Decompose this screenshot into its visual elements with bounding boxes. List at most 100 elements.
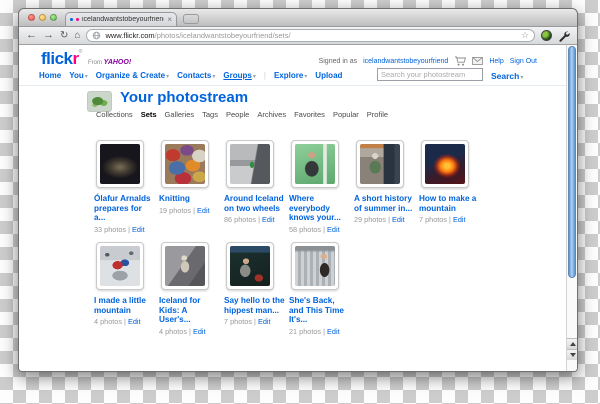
from-yahoo-label: From YAHOO! bbox=[88, 59, 131, 66]
set-title-link[interactable]: Ólafur Arnalds prepares for a... bbox=[94, 194, 155, 223]
minimize-window-button[interactable] bbox=[39, 14, 46, 21]
set-title-link[interactable]: I made a little mountain bbox=[94, 296, 155, 315]
set-title-link[interactable]: How to make a mountain bbox=[419, 194, 480, 213]
tab-popular[interactable]: Popular bbox=[333, 110, 359, 119]
address-bar[interactable]: www.flickr.com/photos/icelandwantstobeyo… bbox=[86, 29, 535, 42]
help-link[interactable]: Help bbox=[489, 58, 503, 65]
nav-explore[interactable]: Explore▾ bbox=[274, 71, 307, 80]
browser-tab[interactable]: icelandwantstobeyourfriend's × bbox=[65, 12, 177, 26]
search-input[interactable] bbox=[377, 68, 483, 81]
set-thumbnail[interactable] bbox=[226, 242, 274, 290]
nav-home[interactable]: Home bbox=[39, 71, 61, 80]
nav-contacts[interactable]: Contacts▾ bbox=[177, 71, 215, 80]
nav-organize-link[interactable]: Organize & Create bbox=[96, 71, 165, 80]
nav-you[interactable]: You▾ bbox=[69, 71, 88, 80]
set-thumbnail[interactable] bbox=[96, 140, 144, 188]
flickr-logo[interactable]: flickr® bbox=[41, 49, 82, 69]
set-thumbnail-image bbox=[295, 144, 335, 184]
tab-galleries[interactable]: Galleries bbox=[165, 110, 195, 119]
forward-icon[interactable]: → bbox=[43, 30, 54, 41]
set-title-link[interactable]: Knitting bbox=[159, 194, 220, 204]
tab-people[interactable]: People bbox=[226, 110, 249, 119]
set-photo-count: 4 photos bbox=[94, 317, 122, 327]
yahoo-logo: YAHOO! bbox=[103, 59, 132, 66]
set-thumbnail[interactable] bbox=[96, 242, 144, 290]
username-link[interactable]: icelandwantstobeyourfriend bbox=[363, 58, 448, 65]
photo-set: She's Back, and This Time It's... 21 pho… bbox=[289, 242, 350, 336]
set-edit-link[interactable]: Edit bbox=[132, 225, 145, 234]
set-thumbnail-image bbox=[295, 246, 335, 286]
browser-titlebar: icelandwantstobeyourfriend's × bbox=[19, 9, 577, 27]
tab-close-icon[interactable]: × bbox=[167, 15, 172, 24]
reload-icon[interactable]: ↻ bbox=[60, 30, 68, 41]
triangle-up-icon bbox=[569, 342, 576, 346]
extension-icon[interactable] bbox=[541, 30, 552, 41]
set-title-link[interactable]: Where everybody knows your... bbox=[289, 194, 350, 223]
zoom-window-button[interactable] bbox=[50, 14, 57, 21]
scroll-up-button[interactable] bbox=[567, 338, 577, 349]
search-button-label: Search bbox=[491, 71, 520, 81]
chevron-down-icon: ▾ bbox=[304, 74, 308, 80]
set-thumbnail[interactable] bbox=[226, 140, 274, 188]
tab-profile[interactable]: Profile bbox=[367, 110, 388, 119]
transparency-checkerboard-background: icelandwantstobeyourfriend's × ← → ↻ ⌂ w… bbox=[0, 0, 600, 404]
set-edit-link[interactable]: Edit bbox=[258, 317, 271, 326]
nav-explore-link[interactable]: Explore bbox=[274, 71, 303, 80]
set-title-link[interactable]: Say hello to the hippest man... bbox=[224, 296, 285, 315]
set-thumbnail-image bbox=[100, 144, 140, 184]
tab-archives[interactable]: Archives bbox=[257, 110, 286, 119]
nav-groups-link[interactable]: Groups bbox=[223, 71, 251, 80]
set-edit-link[interactable]: Edit bbox=[197, 206, 210, 215]
back-icon[interactable]: ← bbox=[26, 30, 37, 41]
set-thumbnail[interactable] bbox=[161, 242, 209, 290]
set-thumbnail[interactable] bbox=[291, 140, 339, 188]
set-title-link[interactable]: Around Iceland on two wheels bbox=[224, 194, 285, 213]
tab-tags[interactable]: Tags bbox=[202, 110, 218, 119]
set-thumbnail[interactable] bbox=[291, 242, 339, 290]
tab-collections[interactable]: Collections bbox=[96, 110, 133, 119]
nav-groups[interactable]: Groups▾ bbox=[223, 71, 255, 80]
nav-divider: | bbox=[263, 71, 266, 80]
meta-divider: | bbox=[323, 224, 325, 234]
home-icon[interactable]: ⌂ bbox=[74, 30, 80, 41]
set-title-link[interactable]: Iceland for Kids: A User's... bbox=[159, 296, 220, 325]
set-photo-count: 86 photos bbox=[224, 215, 257, 225]
nav-organize[interactable]: Organize & Create▾ bbox=[96, 71, 169, 80]
new-tab-button[interactable] bbox=[183, 14, 199, 24]
set-edit-link[interactable]: Edit bbox=[262, 215, 275, 224]
photo-set: Iceland for Kids: A User's... 4 photos |… bbox=[159, 242, 220, 336]
buddy-icon[interactable] bbox=[87, 91, 112, 112]
photo-set: A short history of summer in... 29 photo… bbox=[354, 140, 415, 224]
vertical-scrollbar[interactable] bbox=[566, 45, 577, 371]
set-edit-link[interactable]: Edit bbox=[128, 317, 141, 326]
scroll-down-button[interactable] bbox=[567, 349, 577, 360]
header-separator bbox=[19, 85, 566, 86]
photo-set: Around Iceland on two wheels 86 photos |… bbox=[224, 140, 285, 224]
set-edit-link[interactable]: Edit bbox=[453, 215, 466, 224]
tab-title: icelandwantstobeyourfriend's bbox=[82, 16, 165, 23]
sign-out-link[interactable]: Sign Out bbox=[510, 58, 537, 65]
close-window-button[interactable] bbox=[28, 14, 35, 21]
set-edit-link[interactable]: Edit bbox=[327, 327, 340, 336]
set-title-link[interactable]: She's Back, and This Time It's... bbox=[289, 296, 350, 325]
search-button[interactable]: Search▾ bbox=[491, 71, 523, 81]
nav-contacts-link[interactable]: Contacts bbox=[177, 71, 211, 80]
bookmark-star-icon[interactable]: ☆ bbox=[521, 31, 529, 40]
chevron-down-icon: ▾ bbox=[252, 74, 256, 80]
tab-sets[interactable]: Sets bbox=[141, 110, 157, 119]
wrench-menu-icon[interactable] bbox=[558, 30, 570, 42]
set-edit-link[interactable]: Edit bbox=[193, 327, 206, 336]
set-title-link[interactable]: A short history of summer in... bbox=[354, 194, 415, 213]
scrollbar-thumb[interactable] bbox=[568, 46, 576, 278]
set-thumbnail[interactable] bbox=[161, 140, 209, 188]
set-edit-link[interactable]: Edit bbox=[392, 215, 405, 224]
nav-you-link[interactable]: You bbox=[69, 71, 84, 80]
set-edit-link[interactable]: Edit bbox=[327, 225, 340, 234]
tab-favorites[interactable]: Favorites bbox=[294, 110, 325, 119]
cart-icon[interactable] bbox=[454, 56, 467, 66]
set-photo-count: 33 photos bbox=[94, 224, 127, 234]
set-thumbnail[interactable] bbox=[421, 140, 469, 188]
mail-icon[interactable] bbox=[472, 57, 484, 65]
set-thumbnail[interactable] bbox=[356, 140, 404, 188]
nav-upload[interactable]: Upload bbox=[315, 71, 342, 80]
